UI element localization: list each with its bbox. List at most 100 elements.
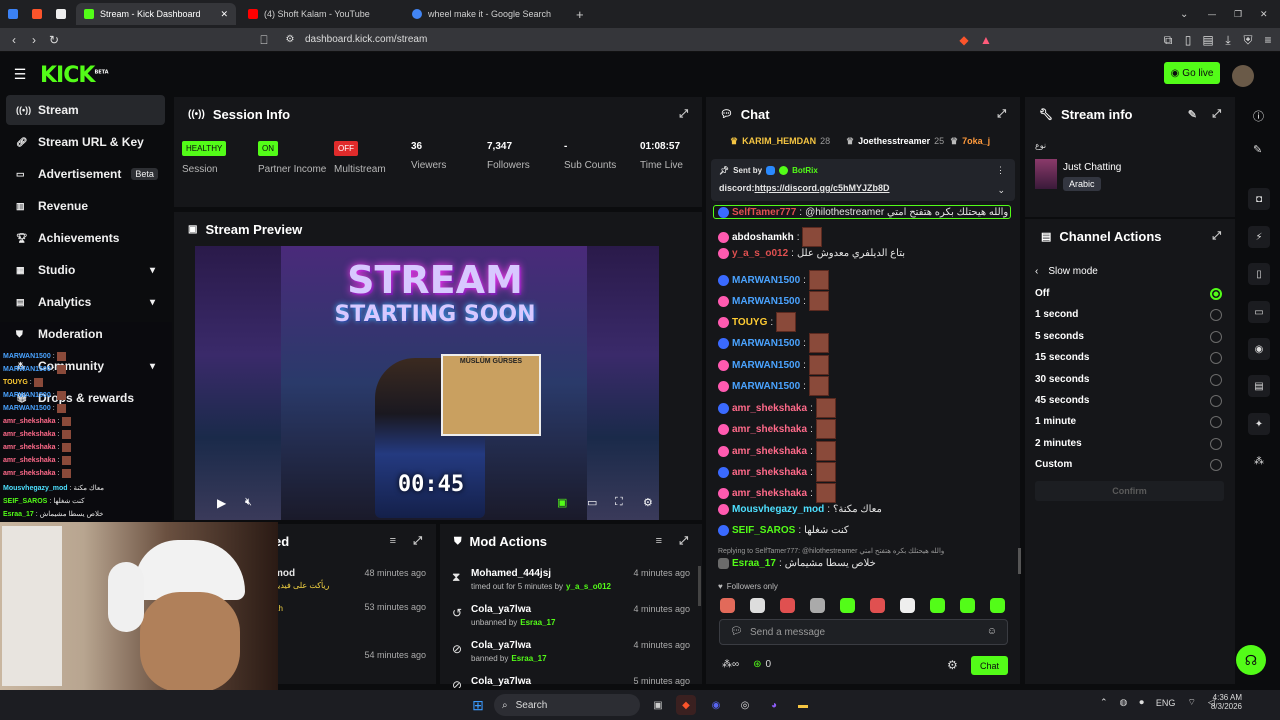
url-text[interactable]: dashboard.kick.com/stream (305, 34, 427, 45)
top-gifter[interactable]: ♛ KARIM_HEMDAN 28 (730, 136, 830, 147)
moderated-user[interactable]: Cola_ya7lwa (471, 604, 531, 615)
discord-link[interactable]: https://discord.gg/c5hMYJZb8D (755, 183, 890, 193)
slow-mode-option[interactable]: 15 seconds (1035, 352, 1089, 363)
slow-mode-option[interactable]: Custom (1035, 459, 1072, 470)
expand-icon[interactable]: ⤢ (679, 535, 688, 548)
chat-settings-icon[interactable]: ⚙ (947, 658, 958, 672)
mute-icon[interactable]: 🔇︎ (245, 496, 252, 509)
reload-icon[interactable]: ↻ (46, 32, 62, 48)
tab-search-icon[interactable]: ⌄ (1172, 3, 1188, 25)
emote-icon[interactable] (840, 598, 855, 613)
chat-username[interactable]: amr_shekshaka (732, 424, 807, 435)
mic-icon[interactable]: ⏺ (1139, 697, 1144, 708)
sidebar-panel-icon[interactable]: ▯ (1180, 32, 1196, 48)
slow-mode-option[interactable]: Off (1035, 288, 1049, 299)
emote-icon[interactable] (900, 598, 915, 613)
expand-icon[interactable]: ⤢ (679, 108, 688, 121)
chat-username[interactable]: TOUYG (732, 317, 767, 328)
mod-action-row[interactable]: ⊘ Cola_ya7lwa banned by Esraa_17 4 minutes a… (446, 640, 698, 674)
moderator-name[interactable]: Esraa_17 (511, 654, 546, 663)
tab-google-search[interactable]: wheel make it - Google Search (404, 3, 564, 25)
menu-icon[interactable]: ≡ (1260, 32, 1276, 48)
slow-mode-option[interactable]: 5 seconds (1035, 331, 1084, 342)
download-icon[interactable]: ⤓ (1220, 32, 1236, 48)
chat-send-button[interactable]: Chat (971, 656, 1008, 675)
wallet-icon[interactable]: ▤ (1200, 32, 1216, 48)
pencil-icon[interactable]: ✎ (1253, 143, 1262, 156)
discord-taskbar-icon[interactable]: ◉ (706, 695, 726, 715)
emote-icon[interactable] (990, 598, 1005, 613)
minimize-icon[interactable]: — (1200, 3, 1216, 25)
more-options-icon[interactable]: ⋮ (996, 165, 1005, 176)
chat-scrollbar[interactable] (1018, 548, 1021, 574)
chat-username[interactable]: Esraa_17 (732, 558, 776, 569)
chat-username[interactable]: SEIF_SAROS (732, 525, 795, 536)
expand-icon[interactable]: ⤢ (1212, 108, 1221, 121)
category-thumbnail[interactable] (1035, 159, 1057, 189)
windows-start-icon[interactable]: ⊞ (468, 695, 488, 715)
task-view-icon[interactable]: ▣ (648, 695, 668, 715)
sidebar-item-stream[interactable]: ((•)) Stream (6, 95, 165, 125)
emote-icon[interactable] (960, 598, 975, 613)
community-icon[interactable]: ⁂ (1248, 450, 1270, 472)
emote-icon[interactable] (930, 598, 945, 613)
slow-mode-option[interactable]: 2 minutes (1035, 438, 1082, 449)
chat-input[interactable]: 💬︎ Send a message ☺ (719, 619, 1008, 645)
extensions-icon[interactable]: ⧉ (1160, 32, 1176, 48)
forward-icon[interactable]: › (26, 32, 42, 48)
lightning-icon[interactable]: ⚡︎ (1248, 226, 1270, 248)
sidebar-toggle-icon[interactable] (4, 3, 22, 25)
list-item[interactable]: mod ريأكت على فيديو 48 minutes ago (274, 568, 426, 590)
radio-button[interactable] (1210, 330, 1222, 343)
emote-icon[interactable] (870, 598, 885, 613)
chevron-up-icon[interactable]: ⌃ (1100, 697, 1108, 708)
mod-action-row[interactable]: ⊘ Cola_ya7lwa 5 minutes ago (446, 676, 698, 688)
slow-mode-option[interactable]: 1 minute (1035, 416, 1076, 427)
kick-points[interactable]: ⊛ 0 (753, 659, 771, 670)
edit-icon[interactable]: ✎ (1188, 108, 1197, 121)
chat-username[interactable]: abdoshamkh (732, 232, 794, 243)
chat-username[interactable]: amr_shekshaka (732, 403, 807, 414)
video-player[interactable]: STREAM STARTING SOON MÜSLÜM GÜRSES 00:45… (195, 246, 659, 520)
go-live-button[interactable]: ◉ Go live (1164, 62, 1220, 84)
brave-rewards-icon[interactable]: ▲ (978, 32, 994, 48)
filter-icon[interactable]: ≡ (656, 535, 662, 547)
chevron-down-icon[interactable]: ▾ (150, 265, 155, 276)
pinned-message[interactable]: 📌︎ Sent by BotRix discord:https://discor… (711, 159, 1015, 201)
radio-button[interactable] (1210, 395, 1222, 407)
tab-youtube[interactable]: (4) Shoft Kalam - YouTube (240, 3, 400, 25)
maximize-icon[interactable]: ❐ (1226, 3, 1242, 25)
tools-icon[interactable]: ✦ (1248, 413, 1270, 435)
brave-icon[interactable] (28, 3, 46, 25)
radio-button[interactable] (1210, 437, 1222, 450)
layout-icon[interactable]: ▤ (1248, 375, 1270, 397)
emoji-icon[interactable]: ☺ (987, 626, 997, 637)
mod-action-row[interactable]: ⧗ Mohamed_444jsj timed out for 5 minutes b… (446, 568, 698, 602)
network-icon[interactable]: ◍ (1120, 697, 1128, 708)
brave-taskbar-icon[interactable]: ◆ (676, 695, 696, 715)
scrollbar[interactable] (698, 566, 701, 606)
list-item[interactable]: ah 53 minutes ago (274, 602, 426, 613)
emote-icon[interactable] (750, 598, 765, 613)
filter-icon[interactable]: ≡ (390, 535, 396, 547)
file-explorer-icon[interactable]: ▬ (793, 695, 813, 715)
slow-mode-back[interactable]: ‹ Slow mode (1035, 266, 1098, 277)
chat-username[interactable]: amr_shekshaka (732, 446, 807, 457)
window-close-icon[interactable]: ✕ (1252, 3, 1268, 25)
expand-icon[interactable]: ⤢ (1212, 230, 1221, 243)
language-indicator[interactable]: ENG (1156, 698, 1176, 708)
slow-mode-option[interactable]: 1 second (1035, 309, 1078, 320)
taskbar-search[interactable]: ⌕ Search (494, 694, 640, 716)
chat-username[interactable]: Mousvhegazy_mod (732, 504, 824, 515)
top-gifter[interactable]: ♛ Joethesstreamer 25 (846, 136, 944, 147)
broadcast-icon[interactable]: ◉ (1248, 338, 1270, 360)
new-tab-button[interactable]: + (568, 3, 588, 25)
user-avatar[interactable] (1232, 65, 1254, 87)
document-icon[interactable]: ▯ (1248, 263, 1270, 285)
support-headset-icon[interactable]: ☊ (1236, 645, 1266, 675)
moderated-user[interactable]: Cola_ya7lwa (471, 676, 531, 687)
vpn-icon[interactable]: ⛨ (1240, 32, 1256, 48)
tab-kick-dashboard[interactable]: Stream - Kick Dashboard ✕ (76, 3, 236, 25)
sidebar-item-revenue[interactable]: ▥ Revenue (6, 191, 165, 221)
moderated-user[interactable]: Mohamed_444jsj (471, 568, 551, 579)
